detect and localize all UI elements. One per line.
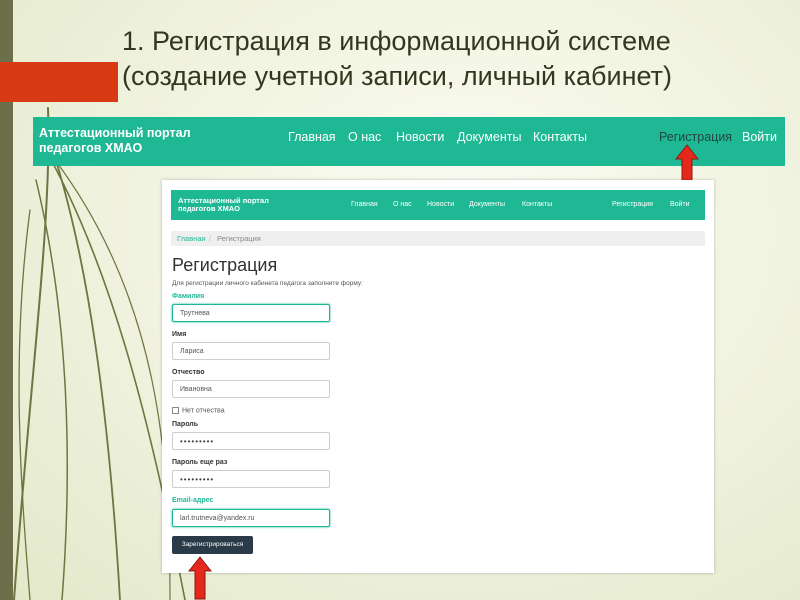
nav-link-contacts[interactable]: Контакты <box>533 130 587 144</box>
name-field[interactable]: Лариса <box>172 342 330 360</box>
small-nav-link-about[interactable]: О нас <box>393 201 412 208</box>
small-nav-link-register[interactable]: Регистрация <box>612 201 653 208</box>
small-nav-link-contacts[interactable]: Контакты <box>522 201 552 208</box>
password-repeat-field[interactable]: ••••••••• <box>172 470 330 488</box>
patronymic-field[interactable]: Ивановна <box>172 380 330 398</box>
slide-title-line2: (создание учетной записи, личный кабинет… <box>122 61 672 91</box>
navbar-brand[interactable]: Аттестационный портал педагогов ХМАО <box>39 126 199 156</box>
page-title: Регистрация <box>172 255 278 275</box>
embedded-screenshot: Аттестационный портал педагогов ХМАО Гла… <box>162 180 714 573</box>
small-nav-link-home[interactable]: Главная <box>351 201 378 208</box>
small-nav-link-documents[interactable]: Документы <box>469 201 505 208</box>
breadcrumb-current: Регистрация <box>217 234 261 243</box>
portal-navbar-large: Аттестационный портал педагогов ХМАО Гла… <box>33 117 785 166</box>
password-label: Пароль <box>172 421 199 428</box>
form-intro: Для регистрации личного кабинета педагог… <box>172 280 363 287</box>
navbar-brand-line1: Аттестационный портал <box>39 126 191 140</box>
breadcrumb-home[interactable]: Главная <box>177 231 206 246</box>
nav-link-register[interactable]: Регистрация <box>659 130 732 144</box>
no-patronymic-checkbox[interactable] <box>172 407 179 414</box>
surname-label: Фамилия <box>172 293 205 300</box>
small-nav-link-news[interactable]: Новости <box>427 201 454 208</box>
no-patronymic-label: Нет отчества <box>182 407 225 415</box>
nav-link-news[interactable]: Новости <box>396 130 444 144</box>
patronymic-label: Отчество <box>172 369 205 376</box>
nav-link-home[interactable]: Главная <box>288 130 336 144</box>
nav-link-about[interactable]: О нас <box>348 130 381 144</box>
no-patronymic-row[interactable]: Нет отчества <box>172 407 225 414</box>
small-nav-link-login[interactable]: Войти <box>670 201 690 208</box>
register-submit-button[interactable]: Зарегистрироваться <box>172 536 253 554</box>
small-navbar-brand[interactable]: Аттестационный портал педагогов ХМАО <box>178 197 298 213</box>
breadcrumb-separator: / <box>209 234 212 243</box>
slide-title-line1: 1. Регистрация в информационной системе <box>122 26 671 56</box>
breadcrumb: Главная / Регистрация <box>171 231 705 246</box>
red-up-arrow-icon <box>188 556 212 600</box>
navbar-brand-line2: педагогов ХМАО <box>39 141 143 155</box>
email-label: Email-адрес <box>172 497 214 504</box>
portal-navbar-small: Аттестационный портал педагогов ХМАО Гла… <box>171 190 705 220</box>
email-field[interactable]: larl.trutneva@yandex.ru <box>172 509 330 527</box>
surname-field[interactable]: Трутнева <box>172 304 330 322</box>
nav-link-login[interactable]: Войти <box>742 130 777 144</box>
password-field[interactable]: ••••••••• <box>172 432 330 450</box>
small-navbar-brand-line2: педагогов ХМАО <box>178 204 240 213</box>
nav-link-documents[interactable]: Документы <box>457 130 521 144</box>
name-label: Имя <box>172 331 187 338</box>
password-repeat-label: Пароль еще раз <box>172 459 228 466</box>
slide-title: 1. Регистрация в информационной системе … <box>122 24 672 94</box>
